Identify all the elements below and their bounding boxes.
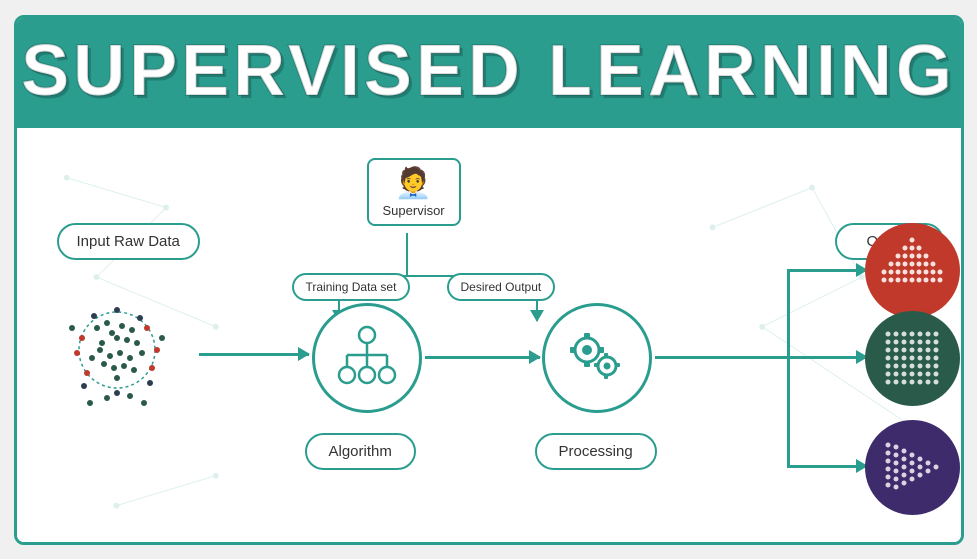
processing-icon [559, 320, 634, 395]
processing-label: Processing [535, 433, 657, 470]
supervisor-icon: 🧑‍💼 [383, 166, 445, 201]
output-dots-1 [870, 228, 955, 313]
algorithm-icon [332, 323, 402, 393]
output-dots-2 [870, 316, 955, 401]
scatter-plot [42, 268, 197, 433]
desired-output-label: Desired Output [447, 273, 556, 301]
arrow-to-output-2 [787, 356, 867, 359]
supervisor-line-down [406, 233, 408, 276]
arrow-algorithm-to-processing [425, 356, 540, 359]
output-dots-3 [870, 425, 955, 510]
content-area: Input Raw Data [17, 128, 961, 545]
header: SUPERVISED LEARNING [17, 18, 961, 128]
supervisor-label: Supervisor [383, 203, 445, 218]
algorithm-label: Algorithm [305, 433, 416, 470]
processing-circle [542, 303, 652, 413]
page-title: SUPERVISED LEARNING [21, 30, 956, 112]
arrow-scatter-to-algorithm [199, 353, 309, 356]
input-raw-data-label: Input Raw Data [57, 223, 200, 260]
arrow-to-output-1 [787, 269, 867, 272]
main-container: SUPERVISED LEARNING Input Raw D [14, 15, 964, 545]
output-circle-3 [865, 420, 960, 515]
vertical-split-line [787, 269, 790, 467]
output-circle-1 [865, 223, 960, 318]
supervisor-box: 🧑‍💼 Supervisor [367, 158, 461, 226]
output-circle-2 [865, 311, 960, 406]
arrow-processing-to-split [655, 356, 788, 359]
arrow-to-output-3 [787, 465, 867, 468]
training-dataset-label: Training Data set [292, 273, 411, 301]
desired-arrow-head [530, 310, 544, 322]
algorithm-circle [312, 303, 422, 413]
